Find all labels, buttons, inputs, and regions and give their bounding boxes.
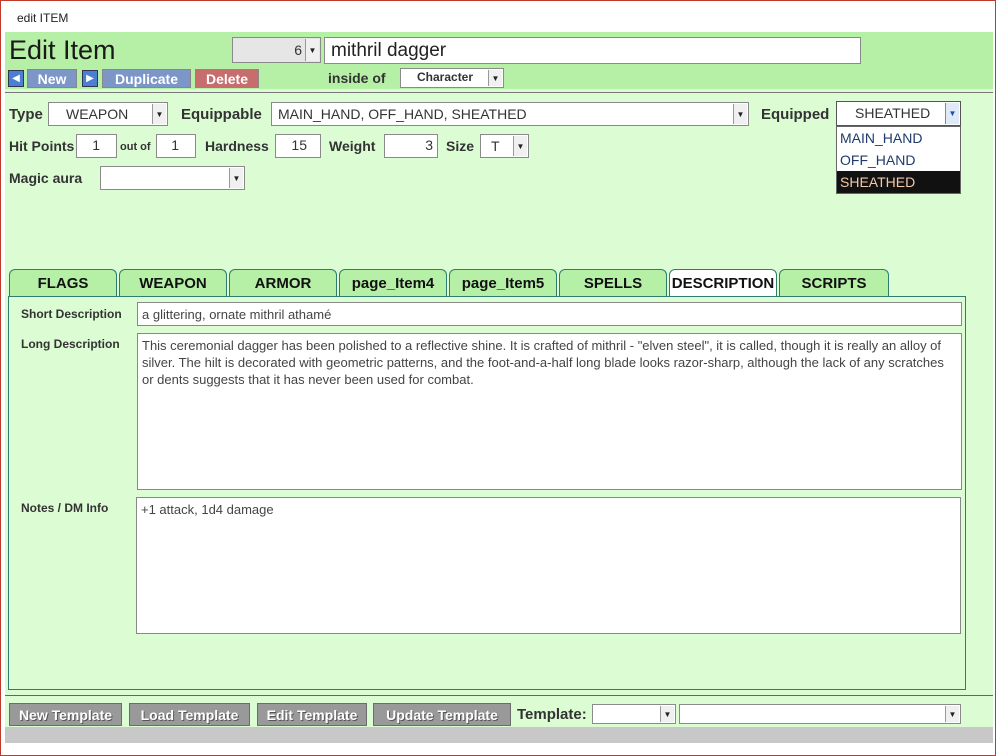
notes-dm-info-label: Notes / DM Info — [21, 501, 109, 515]
chevron-down-icon[interactable]: ▼ — [513, 136, 527, 156]
new-template-button[interactable]: New Template — [9, 703, 122, 726]
hardness-input[interactable]: 15 — [275, 134, 321, 158]
equipped-dropdown-list[interactable]: MAIN_HAND OFF_HAND SHEATHED — [836, 126, 961, 194]
template-toolbar: New Template Load Template Edit Template… — [5, 697, 993, 727]
window-title: edit ITEM — [1, 1, 995, 31]
hardness-label: Hardness — [205, 138, 269, 154]
tab-spells[interactable]: SPELLS — [559, 269, 667, 297]
tab-scripts[interactable]: SCRIPTS — [779, 269, 889, 297]
delete-button[interactable]: Delete — [195, 69, 259, 88]
chevron-down-icon[interactable]: ▼ — [945, 706, 959, 722]
chevron-down-icon[interactable]: ▼ — [152, 104, 166, 124]
hit-points-label: Hit Points — [9, 138, 75, 154]
equipped-option[interactable]: MAIN_HAND — [837, 127, 960, 149]
tab-description[interactable]: DESCRIPTION — [669, 269, 777, 297]
inside-of-label: inside of — [328, 70, 386, 86]
inside-of-select[interactable]: Character ▼ — [400, 68, 504, 88]
type-label: Type — [9, 106, 43, 123]
new-arrow-icon[interactable]: ◀ — [8, 70, 24, 87]
chevron-down-icon[interactable]: ▼ — [733, 104, 747, 124]
magic-aura-label: Magic aura — [9, 170, 83, 186]
header-divider — [5, 92, 993, 93]
out-of-label: out of — [120, 141, 151, 153]
weight-label: Weight — [329, 138, 376, 154]
size-value: T — [491, 138, 500, 154]
form-area: Edit Item 6 ▼ mithril dagger ◀ New ▶ Dup… — [5, 32, 993, 697]
size-select[interactable]: T ▼ — [480, 134, 529, 158]
record-number-select[interactable]: 6 ▼ — [232, 37, 321, 63]
template-label: Template: — [517, 706, 587, 723]
type-value: WEAPON — [66, 106, 129, 122]
magic-aura-select[interactable]: ▼ — [100, 166, 245, 190]
type-select[interactable]: WEAPON ▼ — [48, 102, 168, 126]
duplicate-arrow-icon[interactable]: ▶ — [82, 70, 98, 87]
equippable-value: MAIN_HAND, OFF_HAND, SHEATHED — [278, 106, 527, 122]
tab-page-item5[interactable]: page_Item5 — [449, 269, 557, 297]
inside-of-value: Character — [417, 70, 474, 84]
equippable-select[interactable]: MAIN_HAND, OFF_HAND, SHEATHED ▼ — [271, 102, 749, 126]
chevron-down-icon[interactable]: ▼ — [488, 70, 502, 86]
hit-points-input[interactable]: 1 — [76, 134, 117, 158]
edit-item-window: edit ITEM Edit Item 6 ▼ mithril dagger ◀… — [0, 0, 996, 756]
hit-points-max-input[interactable]: 1 — [156, 134, 196, 158]
new-button[interactable]: New — [27, 69, 77, 88]
equipped-label: Equipped — [761, 106, 830, 123]
footer-divider — [5, 695, 993, 696]
equipped-value: SHEATHED — [855, 105, 931, 121]
page-title: Edit Item — [9, 35, 116, 65]
equippable-label: Equippable — [181, 106, 262, 123]
chevron-down-icon[interactable]: ▼ — [660, 706, 674, 722]
tab-flags[interactable]: FLAGS — [9, 269, 117, 297]
chevron-down-icon[interactable]: ▼ — [945, 103, 959, 124]
tab-page-item4[interactable]: page_Item4 — [339, 269, 447, 297]
chevron-down-icon[interactable]: ▼ — [305, 39, 319, 61]
template-type-select[interactable]: ▼ — [592, 704, 676, 724]
short-description-input[interactable]: a glittering, ornate mithril athamé — [137, 302, 962, 326]
long-description-label: Long Description — [21, 337, 120, 351]
long-description-textarea[interactable]: This ceremonial dagger has been polished… — [137, 333, 962, 490]
template-name-select[interactable]: ▼ — [679, 704, 961, 724]
chevron-down-icon[interactable]: ▼ — [229, 168, 243, 188]
update-template-button[interactable]: Update Template — [373, 703, 511, 726]
short-description-label: Short Description — [21, 307, 122, 321]
status-bar — [5, 727, 993, 743]
record-number-value: 6 — [294, 42, 302, 58]
equipped-select[interactable]: SHEATHED ▼ — [836, 101, 961, 126]
duplicate-button[interactable]: Duplicate — [102, 69, 191, 88]
equipped-option-selected[interactable]: SHEATHED — [837, 171, 960, 193]
size-label: Size — [446, 138, 475, 154]
edit-template-button[interactable]: Edit Template — [257, 703, 367, 726]
tab-weapon[interactable]: WEAPON — [119, 269, 227, 297]
notes-dm-info-textarea[interactable]: +1 attack, 1d4 damage — [136, 497, 961, 634]
weight-input[interactable]: 3 — [384, 134, 438, 158]
item-name-input[interactable]: mithril dagger — [324, 37, 861, 64]
description-tab-panel: Short Description a glittering, ornate m… — [8, 296, 966, 690]
tab-armor[interactable]: ARMOR — [229, 269, 337, 297]
load-template-button[interactable]: Load Template — [129, 703, 250, 726]
equipped-option[interactable]: OFF_HAND — [837, 149, 960, 171]
